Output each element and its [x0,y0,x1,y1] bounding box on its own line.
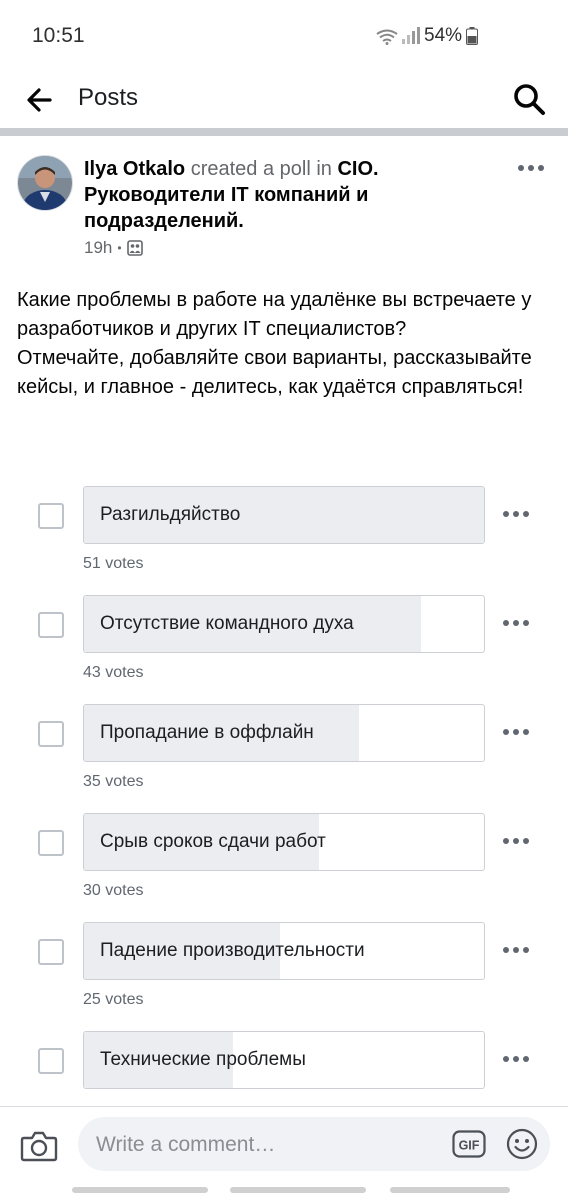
post-time[interactable]: 19h [84,238,112,258]
comment-field: GIF [78,1117,550,1173]
header-divider [0,128,568,136]
poll-option-checkbox[interactable] [38,830,64,856]
author-name[interactable]: Ilya Otkalo [84,158,185,180]
poll-option-checkbox[interactable] [38,1048,64,1074]
poll-option-checkbox[interactable] [38,721,64,747]
status-bar: 10:51 54% [0,0,568,72]
poll-option: Разгильдяйство 51 votes [0,486,568,595]
search-icon [514,84,545,115]
more-horizontal-icon [503,1056,529,1062]
more-horizontal-icon [503,838,529,844]
poll-option: Отсутствие командного духа 43 votes [0,595,568,704]
profile-photo [18,156,72,210]
poll-option: Падение производительности 25 votes [0,922,568,1031]
page-title: Posts [78,84,139,111]
poll-option-more-button[interactable] [502,506,530,522]
poll-option-label: Отсутствие командного духа [100,613,354,634]
poll-option-button[interactable]: Срыв сроков сдачи работ [83,813,485,871]
poll-option-button[interactable]: Разгильдяйство [83,486,485,544]
comment-input[interactable] [94,1117,438,1173]
search-button[interactable] [510,80,548,118]
emoji-button[interactable] [506,1128,538,1160]
post-action: created a poll in [185,158,338,180]
gif-button[interactable]: GIF [452,1130,486,1158]
poll-option-label: Срыв сроков сдачи работ [100,831,326,852]
gif-label: GIF [459,1139,480,1153]
poll-option-checkbox[interactable] [38,939,64,965]
more-horizontal-icon [503,947,529,953]
poll-option-votes: 25 votes [83,991,144,1008]
status-time: 10:51 [32,24,85,47]
poll-option-checkbox[interactable] [38,503,64,529]
camera-button[interactable] [20,1129,58,1163]
smiley-icon [506,1128,538,1160]
poll-option: Пропадание в оффлайн 35 votes [0,704,568,813]
post-text-paragraph: Какие проблемы в работе на удалёнке вы в… [17,289,532,340]
poll-option-votes: 35 votes [83,773,144,790]
nav-handle-center [230,1187,366,1193]
poll-option-votes: 43 votes [83,664,144,681]
poll-option-label: Падение производительности [100,940,365,961]
app-header: Posts [0,72,568,130]
camera-icon [20,1131,58,1162]
poll-option-button[interactable]: Падение производительности [83,922,485,980]
avatar[interactable] [17,155,73,211]
comment-bar: GIF [0,1106,568,1183]
poll-option-more-button[interactable] [502,1051,530,1067]
battery-icon [466,27,478,45]
post-headline: Ilya Otkalo created a poll in CIO. Руков… [84,156,484,234]
post-more-button[interactable] [516,158,546,178]
poll-option: Срыв сроков сдачи работ 30 votes [0,813,568,922]
wifi-icon [376,29,398,45]
poll-option-more-button[interactable] [502,615,530,631]
back-arrow-icon [27,88,52,112]
post-text: Какие проблемы в работе на удалёнке вы в… [17,286,547,402]
poll-option-votes: 51 votes [83,555,144,572]
more-horizontal-icon [503,729,529,735]
poll-option-label: Технические проблемы [100,1049,306,1070]
poll-option-more-button[interactable] [502,942,530,958]
poll-option-button[interactable]: Пропадание в оффлайн [83,704,485,762]
post-meta: 19h • [84,238,143,258]
poll-option-label: Разгильдяйство [100,504,241,525]
meta-separator: • [117,241,122,255]
more-horizontal-icon [503,620,529,626]
nav-handle-right [390,1187,510,1193]
poll-option-more-button[interactable] [502,724,530,740]
poll-option-checkbox[interactable] [38,612,64,638]
more-horizontal-icon [503,511,529,517]
poll-option-more-button[interactable] [502,833,530,849]
gif-icon: GIF [452,1130,486,1158]
poll-option-button[interactable]: Технические проблемы [83,1031,485,1089]
battery-level: 54% [424,25,463,46]
signal-icon [402,27,420,44]
poll-option-votes: 30 votes [83,882,144,899]
poll-option-label: Пропадание в оффлайн [100,722,314,743]
nav-handle-left [72,1187,208,1193]
group-privacy-icon [126,240,143,256]
more-horizontal-icon [518,165,544,171]
poll-option-button[interactable]: Отсутствие командного духа [83,595,485,653]
back-button[interactable] [22,82,58,118]
post-text-paragraph: Отмечайте, добавляйте свои варианты, рас… [17,347,532,398]
